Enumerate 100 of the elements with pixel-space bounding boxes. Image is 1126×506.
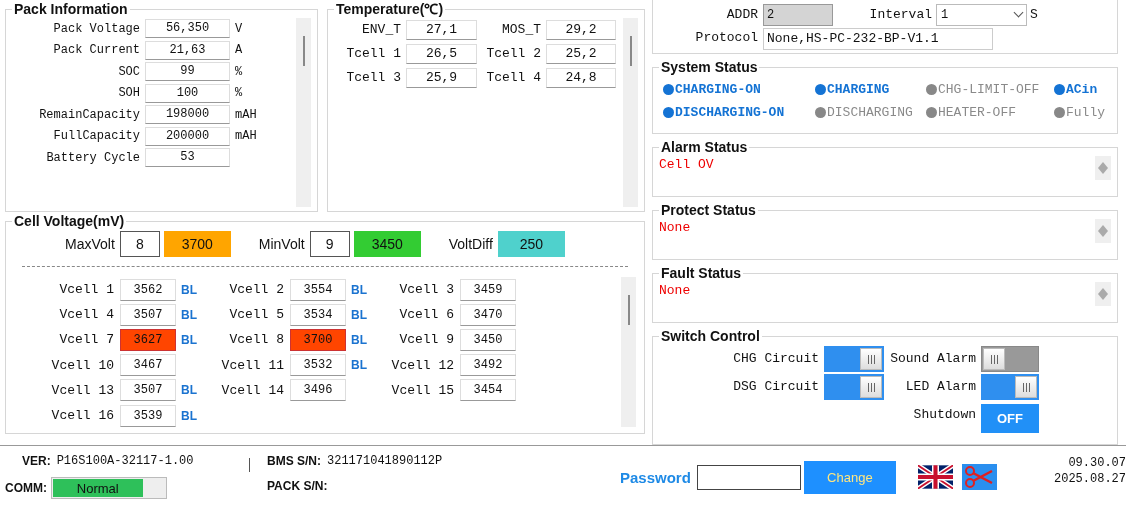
unit-label: % (234, 86, 243, 101)
cell-label: Vcell 10 (50, 357, 115, 373)
summary-value: 250 (497, 231, 565, 257)
cell-voltage-field: 3467 (120, 354, 176, 377)
cell-index-field: 8 (119, 231, 160, 257)
field-label: ADDR (725, 7, 759, 22)
summary-value: 3450 (353, 231, 421, 257)
value-field: 25,9 (406, 68, 477, 88)
value-field: 25,2 (546, 44, 616, 64)
sensor-label: Tcell 2 (485, 45, 541, 63)
cell-voltage-field: 3700 (290, 328, 346, 351)
toggle-switch[interactable] (981, 346, 1039, 372)
group-title: Protect Status (660, 201, 757, 219)
switch-label: CHG Circuit (732, 350, 819, 368)
value-field: 53 (145, 148, 230, 168)
field-label: FullCapacity (52, 129, 141, 144)
toggle-switch[interactable] (824, 346, 884, 372)
scissors-icon[interactable] (961, 464, 997, 490)
toggle-switch[interactable] (824, 374, 884, 400)
scrollbar[interactable] (1095, 282, 1111, 306)
cell-voltage-field: 3507 (120, 303, 176, 326)
balance-tag: BL (351, 282, 367, 297)
cell-label: Vcell 11 (220, 357, 285, 373)
flag-icon[interactable] (917, 465, 953, 489)
cell-label: Vcell 8 (228, 332, 285, 348)
value-field: 21,63 (145, 40, 230, 60)
value-field: 198000 (145, 105, 230, 125)
cell-label: Vcell 12 (390, 357, 455, 373)
scrollbar[interactable] (623, 18, 638, 207)
cell-voltage-field: 3470 (460, 303, 516, 326)
group-title: Temperature(℃) (335, 0, 445, 18)
group-title: Switch Control (660, 327, 761, 345)
group-title: Alarm Status (660, 138, 749, 156)
field-label: Pack Current (52, 43, 141, 58)
switch-label: Shutdown (912, 406, 976, 424)
balance-tag: BL (351, 332, 367, 347)
sensor-label: MOS_T (501, 21, 541, 39)
unit-label: % (234, 64, 243, 79)
sensor-label: Tcell 1 (345, 45, 401, 63)
time-label: 09.30.07 (1067, 455, 1126, 471)
field-label: Battery Cycle (45, 150, 141, 165)
toggle-switch[interactable] (981, 374, 1039, 400)
addr-field[interactable]: 2 (763, 3, 833, 26)
group-title: Pack Information (13, 0, 129, 18)
protocol-field[interactable]: None,HS-PC-232-BP-V1.1 (763, 27, 993, 50)
scrollbar[interactable] (1095, 219, 1111, 243)
status-label: CHARGING (827, 82, 890, 97)
comm-status: Normal (53, 479, 143, 497)
field-label: RemainCapacity (38, 107, 141, 122)
summary-value: 3700 (163, 231, 231, 257)
cell-voltage-field: 3562 (120, 278, 176, 301)
cell-label: Vcell 7 (58, 332, 115, 348)
cell-voltage-field: 3532 (290, 354, 346, 377)
status-label: Fully (1066, 105, 1105, 120)
scrollbar[interactable] (1095, 156, 1111, 180)
field-label: SOH (117, 86, 141, 101)
cell-label: Vcell 16 (50, 408, 115, 424)
sensor-label: Tcell 4 (485, 69, 541, 87)
balance-tag: BL (181, 307, 197, 322)
sensor-label: Tcell 3 (345, 69, 401, 87)
cell-label: Vcell 13 (50, 382, 115, 398)
status-label: DISCHARGING (827, 105, 913, 120)
cell-voltage-field: 3534 (290, 303, 346, 326)
cell-voltage-field: 3450 (460, 328, 516, 351)
switch-label: Sound Alarm (889, 350, 976, 368)
version-value: P16S100A-32117-1.00 (56, 454, 194, 468)
cell-label: Vcell 6 (398, 307, 455, 323)
value-field: 29,2 (546, 20, 616, 40)
status-label: CHARGING-ON (675, 82, 761, 97)
scrollbar[interactable] (296, 18, 311, 207)
serial-label: PACK S/N: (267, 479, 328, 493)
value-field: 100 (145, 83, 230, 103)
unit-label: S (1029, 7, 1038, 22)
cell-index-field: 9 (309, 231, 350, 257)
balance-tag: BL (351, 307, 367, 322)
status-label: HEATER-OFF (938, 105, 1016, 120)
value-field: 56,350 (145, 19, 230, 39)
switch-label: DSG Circuit (732, 378, 819, 396)
status-message: None (659, 219, 692, 237)
status-message: None (659, 282, 692, 300)
cell-label: Vcell 4 (58, 307, 115, 323)
cell-voltage-field: 3496 (290, 379, 346, 402)
cell-label: Vcell 5 (228, 307, 285, 323)
balance-tag: BL (351, 358, 367, 373)
balance-tag: BL (181, 332, 197, 347)
interval-dropdown[interactable]: 1 (936, 3, 1027, 26)
password-label: Password (620, 469, 691, 486)
cell-voltage-field: 3459 (460, 278, 516, 301)
password-field[interactable] (696, 465, 801, 490)
balance-tag: BL (181, 383, 197, 398)
field-label: Interval (868, 7, 933, 22)
cell-label: Vcell 9 (398, 332, 455, 348)
serial-label: BMS S/N: (267, 454, 321, 468)
version-label: VER: (22, 454, 51, 468)
summary-label: MaxVolt (65, 236, 115, 252)
scrollbar[interactable] (621, 277, 636, 427)
summary-label: MinVolt (258, 236, 305, 252)
cell-label: Vcell 15 (390, 382, 455, 398)
status-label: ACin (1066, 82, 1098, 97)
cell-voltage-field: 3627 (120, 328, 176, 351)
